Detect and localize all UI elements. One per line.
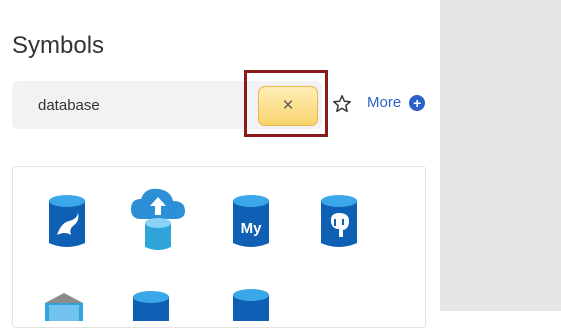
azure-mysql-database-icon[interactable]: My <box>231 193 271 251</box>
more-label: More <box>367 94 402 111</box>
star-icon[interactable] <box>331 93 353 115</box>
panel-title: Symbols <box>12 32 105 59</box>
plus-circle-icon: + <box>409 94 426 111</box>
canvas-area <box>440 0 561 311</box>
symbols-panel: Symbols × More + <box>0 0 440 328</box>
more-link[interactable]: More + <box>367 94 426 111</box>
azure-postgresql-database-icon[interactable] <box>319 193 359 251</box>
azure-sql-mariadb-icon[interactable] <box>47 193 87 251</box>
clear-search-button[interactable]: × <box>258 86 318 126</box>
database-cylinder-icon[interactable] <box>131 289 171 321</box>
cloud-upload-database-icon[interactable] <box>129 185 187 253</box>
search-input[interactable] <box>38 95 238 115</box>
close-icon: × <box>282 95 294 116</box>
database-cylinder-icon[interactable] <box>231 287 271 321</box>
mysql-label: My <box>241 220 262 237</box>
database-building-icon[interactable] <box>41 291 87 321</box>
symbol-results: My <box>12 166 426 328</box>
